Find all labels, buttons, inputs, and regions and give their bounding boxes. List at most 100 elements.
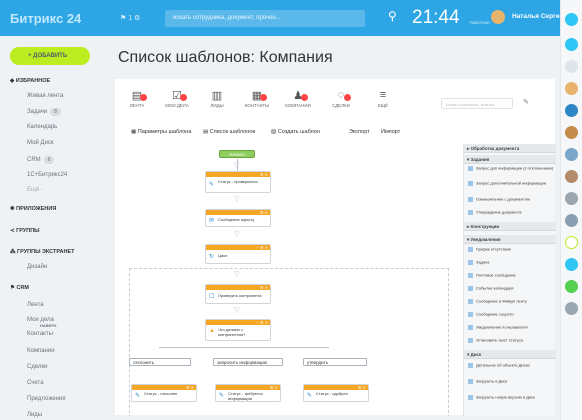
avatar[interactable] — [565, 148, 578, 161]
palette-section-tasks[interactable]: ▾ Задания — [464, 155, 556, 164]
add-button[interactable]: + ДОБАВИТЬ — [10, 47, 90, 65]
avatar[interactable] — [565, 82, 578, 95]
palette-section-constructs[interactable]: ▸ Конструкции — [464, 222, 556, 231]
clock[interactable]: 21:44 — [412, 7, 460, 29]
sidebar: + ДОБАВИТЬ ◆ ИЗБРАННОЕ Живая лента Задач… — [0, 36, 102, 420]
sidebar-favorites[interactable]: ◆ ИЗБРАННОЕ — [10, 78, 50, 84]
notification-icons[interactable]: ⚑ 1 ⚙ — [120, 14, 140, 22]
sidebar-item-companies[interactable]: Компании — [27, 348, 55, 354]
search-icon[interactable]: ⚲ — [388, 9, 397, 23]
activity-status-rejected[interactable]: ⚙ ✕ ✎ Статус - отклонен — [131, 384, 197, 402]
start-node[interactable]: Начало — [219, 150, 255, 158]
template-list-button[interactable]: ▤ Список шаблонов — [203, 129, 255, 135]
sidebar-item-contacts[interactable]: Контакты — [27, 331, 53, 337]
sidebar-apps[interactable]: ✱ ПРИЛОЖЕНИЯ — [10, 206, 56, 212]
branch-approve[interactable]: утвердить — [303, 358, 367, 366]
branch-request-info[interactable]: запросить информацию — [213, 358, 283, 366]
import-button[interactable]: Импорт — [381, 129, 400, 135]
bp-tab-contacts[interactable]: ▦ КОНТАКТЫ — [237, 89, 277, 108]
avatar[interactable] — [565, 192, 578, 205]
sidebar-extranet[interactable]: ⁂ ГРУППЫ ЭКСТРАНЕТ — [10, 249, 75, 255]
palette-item[interactable]: Почтовое сообщение — [468, 273, 554, 278]
palette-item[interactable]: Запрос доп информации (с отклонением) — [468, 166, 554, 171]
avatar[interactable] — [565, 170, 578, 183]
sidebar-item-quotes[interactable]: Предложения — [27, 396, 65, 402]
avatar[interactable] — [565, 126, 578, 139]
arrow-icon: ▽ — [234, 162, 240, 169]
sidebar-item-lenta[interactable]: Лента — [27, 302, 44, 308]
activity-check-counterparty[interactable]: ⚙ ✕ ☐ Проверить контрагента — [205, 284, 271, 304]
sidebar-item-design[interactable]: Дизайн — [27, 264, 47, 270]
arrow-icon: ▽ — [234, 307, 240, 314]
contact-icon[interactable] — [565, 38, 578, 51]
bp-tab-mydeals[interactable]: ☑ МОИ ДЕЛА — [157, 89, 197, 108]
pin-icon[interactable]: ✎ — [523, 98, 529, 106]
avatar[interactable] — [565, 214, 578, 227]
search-icon[interactable] — [565, 60, 578, 73]
designer-toolbar: ▦ Параметры шаблона ▤ Список шаблонов ▧ … — [123, 127, 543, 141]
sidebar-item-more[interactable]: Ещё - — [27, 187, 43, 193]
sidebar-item-feed[interactable]: Живая лента — [27, 93, 63, 99]
palette-item[interactable]: Сообщение в Живую ленту — [468, 299, 554, 304]
sidebar-item-tasks[interactable]: Задачи 8 — [27, 108, 61, 116]
sidebar-item-crm[interactable]: CRM 6 — [27, 156, 55, 164]
palette-section-doc[interactable]: ▸ Обработка документа — [464, 144, 556, 153]
sidebar-item-leads[interactable]: Лиды — [27, 412, 42, 418]
logo[interactable]: Битрикс 24 — [10, 11, 81, 26]
telephony-icon[interactable] — [565, 236, 578, 249]
phone-icon[interactable] — [565, 280, 578, 293]
search-input[interactable]: искать сотрудника, документ, прочее... — [165, 10, 365, 27]
sidebar-item-disk[interactable]: Мой Диск — [27, 140, 53, 146]
export-button[interactable]: Экспорт — [349, 129, 370, 135]
workflow-canvas[interactable]: Начало ▽ ⚙ ✕ ✎ Статус - проверяется ▽ ⚙ ✕ ✉… — [119, 144, 459, 416]
page-title: Список шаблонов: Компания — [118, 49, 333, 66]
palette-section-disk[interactable]: ▾ Диск — [464, 350, 556, 359]
top-bar: Битрикс 24 ⚑ 1 ⚙ искать сотрудника, доку… — [0, 0, 571, 36]
sidebar-item-invoices[interactable]: Счета — [27, 380, 44, 386]
bp-tab-leads[interactable]: ▥ ЛИДЫ — [197, 89, 237, 108]
help-icon[interactable] — [565, 13, 578, 26]
palette-item[interactable]: Сообщение соцсети — [468, 312, 554, 317]
palette-item[interactable]: Установить текст статуса — [468, 338, 554, 343]
palette-item[interactable]: Запрос дополнительной информации — [468, 181, 554, 186]
activity-decision[interactable]: − ⚙ ✕ ▲ Что делаем с контрагентом? — [205, 319, 271, 341]
palette-item[interactable]: График отсутствия — [468, 247, 554, 252]
bp-search-input[interactable]: Искать компанию, контакт — [441, 98, 513, 109]
create-template-button[interactable]: ▧ Создать шаблон — [271, 129, 320, 135]
template-params-button[interactable]: ▦ Параметры шаблона — [131, 129, 191, 135]
bp-tab-deals[interactable]: ◌ СДЕЛКИ — [321, 89, 361, 108]
sidebar-item-1c[interactable]: 1С+Битрикс24 — [27, 172, 67, 178]
bp-tab-companies[interactable]: ♟ КОМПАНИИ — [278, 89, 318, 108]
avatar[interactable] — [491, 10, 505, 24]
activity-loop[interactable]: − ⚙ ✕ ↻ Цикл — [205, 244, 271, 264]
work-status: РАБОТАЮ — [470, 20, 490, 25]
bp-panel: ▤ ЛЕНТА ☑ МОИ ДЕЛА ▥ ЛИДЫ ▦ КОНТАКТЫ ♟ КОМПАН… — [115, 79, 556, 416]
bp-tab-more[interactable]: ≡ ЕЩЁ — [363, 89, 403, 108]
sidebar-item-deals[interactable]: Сделки — [27, 364, 47, 370]
add-icon[interactable] — [565, 258, 578, 271]
arrow-icon: ▽ — [234, 271, 240, 278]
activity-status-approved[interactable]: ⚙ ✕ ✎ Статус - одобрен — [303, 384, 369, 402]
activity-status-check[interactable]: ⚙ ✕ ✎ Статус - проверяется — [205, 171, 271, 193]
palette-item[interactable]: Загрузить в Диск — [468, 379, 554, 384]
branch-reject[interactable]: отклонить — [129, 358, 191, 366]
sidebar-item-calendar[interactable]: Календарь — [27, 124, 57, 130]
activity-lawyer-message[interactable]: ⚙ ✕ ✉ Сообщение юристу — [205, 209, 271, 227]
palette-item[interactable]: Утверждение документа — [468, 210, 554, 215]
palette-item[interactable]: Загрузить новую версию в Диск — [468, 395, 554, 400]
palette-section-notify[interactable]: ▾ Уведомления — [464, 235, 556, 244]
palette-item[interactable]: Детальное об объекте Диска — [468, 363, 554, 368]
counter-badge[interactable] — [565, 104, 578, 117]
bp-tab-feed[interactable]: ▤ ЛЕНТА — [117, 89, 157, 108]
activity-status-need-info[interactable]: ⚙ ✕ ✎ Статус - требуется информация — [215, 384, 281, 402]
sidebar-groups[interactable]: ≺ ГРУППЫ — [10, 228, 40, 234]
palette-item[interactable]: Уведомление пользователя — [468, 325, 554, 330]
right-strip — [560, 0, 582, 420]
arrow-icon: ▽ — [234, 196, 240, 203]
palette-item[interactable]: Ознакомление с документом — [468, 197, 554, 202]
more-icon[interactable] — [565, 302, 578, 315]
palette-item[interactable]: Событие календаря — [468, 286, 554, 291]
sidebar-crm[interactable]: ⚑ CRM — [10, 285, 29, 291]
palette-item[interactable]: Задача — [468, 260, 554, 265]
back-to-top[interactable]: НАВЕРХ — [40, 323, 57, 328]
